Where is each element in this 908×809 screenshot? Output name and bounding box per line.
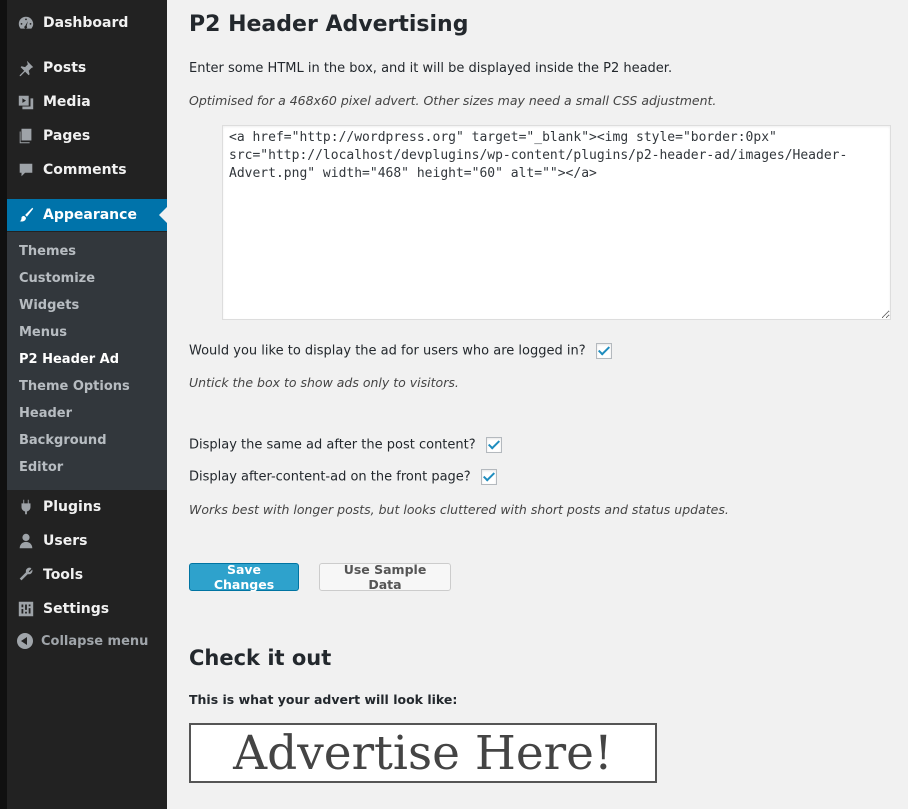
wrench-icon [17,566,35,584]
advert-preview[interactable]: Advertise Here! [189,723,657,783]
logged-in-label: Would you like to display the ad for use… [189,343,586,359]
user-icon [17,532,35,550]
pin-icon [17,59,35,77]
menu-item-plugins[interactable]: Plugins [7,490,167,524]
appearance-submenu: Themes Customize Widgets Menus P2 Header… [7,232,167,490]
dashboard-icon [17,14,35,32]
submenu-item-customize[interactable]: Customize [19,271,95,286]
menu-item-comments[interactable]: Comments [7,153,167,187]
menu-label: Dashboard [43,15,129,31]
menu-label: Comments [43,162,127,178]
after-content-note: Works best with longer posts, but looks … [189,502,729,517]
menu-item-settings[interactable]: Settings [7,592,167,626]
menu-label: Pages [43,128,91,144]
menu-label: Plugins [43,499,102,515]
menu-item-users[interactable]: Users [7,524,167,558]
menu-item-tools[interactable]: Tools [7,558,167,592]
collapse-menu-label: Collapse menu [41,633,149,649]
menu-label: Posts [43,60,87,76]
menu-label: Tools [43,567,84,583]
submenu-item-p2-header-ad[interactable]: P2 Header Ad [19,352,119,367]
advert-html-input[interactable]: <a href="http://wordpress.org" target="_… [222,125,891,320]
submenu-item-themes[interactable]: Themes [19,244,76,259]
admin-sidebar: Dashboard Posts Media Pages Comments App… [0,0,167,809]
submenu-item-theme-options[interactable]: Theme Options [19,379,130,394]
preview-heading: Check it out [189,646,332,670]
use-sample-data-button[interactable]: Use Sample Data [319,562,451,592]
front-page-label: Display after-content-ad on the front pa… [189,469,471,485]
pages-icon [17,127,35,145]
collapse-menu-button[interactable]: Collapse menu [17,633,148,649]
paintbrush-icon [17,206,35,224]
after-post-option: Display the same ad after the post conte… [189,437,502,453]
comment-icon [17,161,35,179]
menu-item-pages[interactable]: Pages [7,119,167,153]
media-icon [17,93,35,111]
menu-item-posts[interactable]: Posts [7,51,167,85]
size-hint: Optimised for a 468x60 pixel advert. Oth… [189,93,717,108]
after-post-checkbox[interactable] [485,437,502,453]
menu-item-media[interactable]: Media [7,85,167,119]
collapse-arrow-icon [17,633,33,649]
plugin-icon [17,498,35,516]
menu-label: Appearance [43,207,137,223]
save-changes-button[interactable]: Save Changes [189,562,299,592]
front-page-checkbox[interactable] [480,469,497,485]
menu-label: Settings [43,601,110,617]
menu-item-appearance[interactable]: Appearance [7,199,167,231]
submenu-item-editor[interactable]: Editor [19,460,63,475]
submenu-item-header[interactable]: Header [19,406,72,421]
submenu-item-widgets[interactable]: Widgets [19,298,79,313]
logged-in-checkbox[interactable] [595,343,612,359]
submenu-item-background[interactable]: Background [19,433,107,448]
logged-in-note: Untick the box to show ads only to visit… [189,375,459,390]
menu-label: Media [43,94,91,110]
intro-text: Enter some HTML in the box, and it will … [189,61,673,76]
settings-page: P2 Header Advertising Enter some HTML in… [189,0,899,809]
submenu-item-menus[interactable]: Menus [19,325,67,340]
front-page-option: Display after-content-ad on the front pa… [189,469,497,485]
page-title: P2 Header Advertising [189,12,469,37]
after-post-label: Display the same ad after the post conte… [189,437,476,453]
preview-label: This is what your advert will look like: [189,692,458,707]
advert-text: Advertise Here! [233,725,613,781]
menu-item-dashboard[interactable]: Dashboard [7,6,167,40]
settings-icon [17,600,35,618]
logged-in-option: Would you like to display the ad for use… [189,343,612,359]
menu-label: Users [43,533,88,549]
